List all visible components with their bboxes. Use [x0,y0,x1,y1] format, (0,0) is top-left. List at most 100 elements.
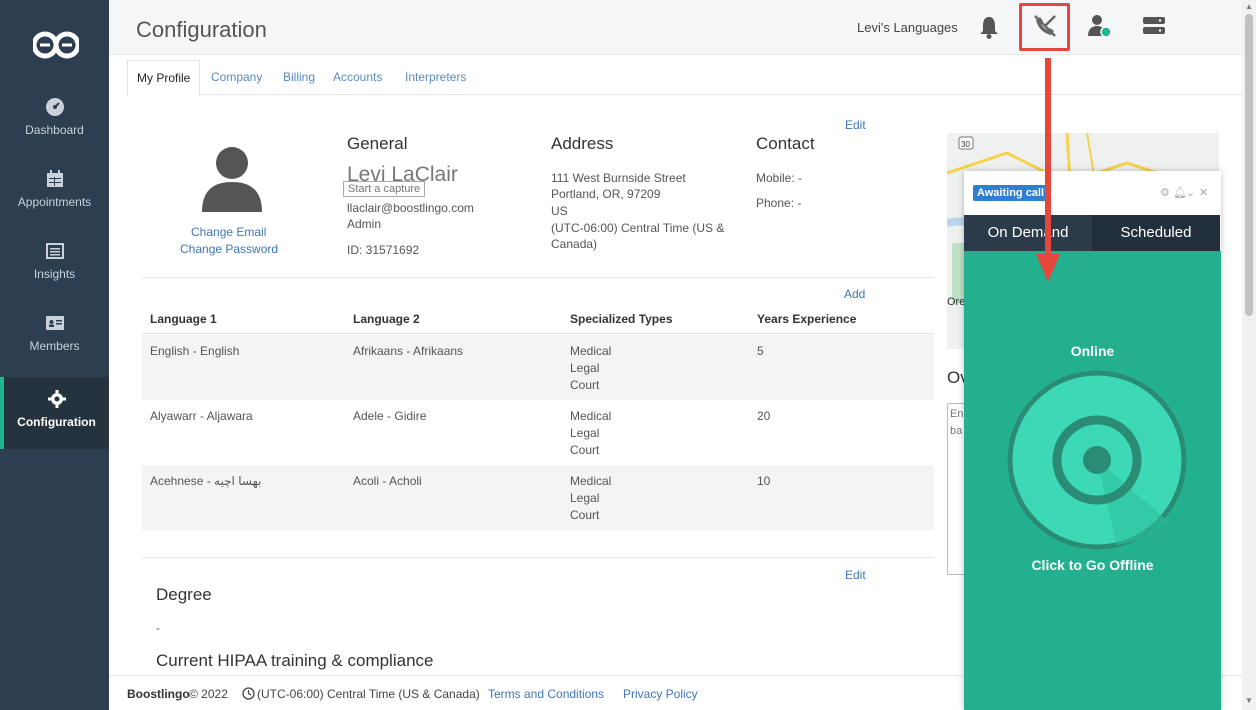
address-line2: Portland, OR, 97209 [551,187,661,201]
sidebar-item-configuration[interactable]: Configuration [0,377,109,449]
address-line4: (UTC-06:00) Central Time (US & [551,221,725,235]
footer-copyright: © 2022 [189,687,228,701]
terms-link[interactable]: Terms and Conditions [488,687,604,701]
col-language2: Language 2 [353,312,420,326]
dashboard-icon [45,98,64,116]
sidebar-item-label: Appointments [17,195,92,209]
sidebar: Dashboard Appointments Insights Members … [0,0,109,710]
contact-phone: Phone: - [756,196,802,210]
address-line1: 111 West Burnside Street [551,171,686,185]
general-heading: General [347,134,408,153]
chevron-down-icon[interactable]: ⌄ [1186,186,1195,199]
page-title: Configuration [136,17,267,42]
table-header: Language 1 Language 2 Specialized Types … [142,306,934,334]
col-language1: Language 1 [150,312,217,326]
sidebar-item-label: Dashboard [25,123,84,137]
change-password-link[interactable]: Change Password [180,242,278,256]
contact-mobile: Mobile: - [756,171,803,185]
annotation-arrow [1036,58,1060,282]
sidebar-item-insights[interactable]: Insights [0,241,109,313]
tab-company[interactable]: Company [202,60,271,95]
sidebar-item-appointments[interactable]: Appointments [0,169,109,241]
footer-brand: Boostlingo [127,687,190,701]
add-language-link[interactable]: Add [844,287,865,301]
edit-degree-link[interactable]: Edit [845,568,866,582]
gear-icon [47,390,66,408]
table-row[interactable]: Alyawarr - Aljawara Adele - Gidire Medic… [142,400,934,465]
cell-years: 20 [757,409,771,423]
notes-placeholder: ba [950,425,963,437]
widget-tabs: On Demand Scheduled [964,215,1221,251]
cell-language1: Acehnese - بهسا اچيه [150,474,262,488]
cell-type: Court [570,443,600,457]
bell-icon[interactable]: 🔔︎ [1173,186,1187,199]
cell-type: Legal [570,491,600,505]
tab-interpreters[interactable]: Interpreters [396,60,475,95]
calendar-icon [46,170,63,187]
cell-type: Medical [570,344,612,358]
tab-on-demand[interactable]: On Demand [964,215,1092,251]
user-email: llaclair@boostlingo.com [347,201,474,215]
gear-icon[interactable]: ⚙ [1160,186,1170,199]
user-id: ID: 31571692 [347,243,420,257]
clock-icon [242,687,255,700]
profile-tabs: My Profile Company Billing Accounts Inte… [127,60,1242,96]
cell-years: 5 [757,344,764,358]
user-status-icon[interactable] [1086,12,1114,40]
footer-timezone: (UTC-06:00) Central Time (US & Canada) [257,687,480,701]
phone-off-icon[interactable] [1031,12,1059,40]
scroll-up-icon[interactable]: ▲ [1245,2,1253,11]
edit-profile-link[interactable]: Edit [845,118,866,132]
top-header: Configuration Levi's Languages [109,0,1242,55]
cell-type: Legal [570,361,600,375]
contact-heading: Contact [756,134,815,153]
cell-type: Medical [570,474,612,488]
sidebar-item-dashboard[interactable]: Dashboard [0,97,109,169]
degree-value: - [156,621,160,635]
cell-type: Court [570,508,600,522]
degree-heading: Degree [156,585,212,604]
scroll-down-icon[interactable]: ▼ [1245,696,1253,705]
map-route-shield: 30 [961,140,970,149]
avatar-icon [202,147,262,212]
go-offline-button[interactable] [1007,370,1187,550]
close-icon[interactable]: ✕ [1199,186,1208,199]
col-specialized-types: Specialized Types [570,312,673,326]
call-widget: Awaiting call ⚙ 🔔︎ ⌄ ✕ On Demand Schedul… [964,171,1221,710]
server-icon[interactable] [1140,12,1168,40]
page-scrollbar[interactable]: ▲ ▼ [1242,0,1256,710]
sidebar-item-label: Configuration [17,415,96,429]
tab-accounts[interactable]: Accounts [324,60,391,95]
id-card-icon [45,316,64,330]
cell-type: Legal [570,426,600,440]
col-years-experience: Years Experience [757,312,857,326]
cell-language1: Alyawarr - Aljawara [150,409,253,423]
boostlingo-logo[interactable] [33,30,79,60]
sidebar-item-label: Insights [33,267,76,281]
table-row[interactable]: Acehnese - بهسا اچيه Acoli - Acholi Medi… [142,465,934,530]
widget-header: Awaiting call ⚙ 🔔︎ ⌄ ✕ [964,171,1221,215]
divider [142,557,934,558]
cell-language2: Adele - Gidire [353,409,427,423]
change-email-link[interactable]: Change Email [191,225,266,239]
cell-years: 10 [757,474,771,488]
divider [142,277,934,278]
cell-language2: Acoli - Acholi [353,474,422,488]
tab-scheduled[interactable]: Scheduled [1092,215,1220,251]
go-offline-label[interactable]: Click to Go Offline [964,557,1221,573]
hipaa-heading: Current HIPAA training & compliance [156,651,434,670]
online-status: Online [1070,343,1115,359]
tab-billing[interactable]: Billing [274,60,324,95]
bell-icon[interactable] [975,13,1003,41]
cell-type: Court [570,378,600,392]
address-line5: Canada) [551,237,598,251]
table-row[interactable]: English - English Afrikaans - Afrikaans … [142,335,934,400]
company-name[interactable]: Levi's Languages [857,20,958,35]
sidebar-item-members[interactable]: Members [0,313,109,385]
user-role: Admin [347,217,382,231]
privacy-link[interactable]: Privacy Policy [623,687,698,701]
widget-body: Online Click to Go Offline [964,251,1221,710]
tab-my-profile[interactable]: My Profile [127,60,201,96]
cell-language1: English - English [150,344,240,358]
scroll-thumb[interactable] [1245,14,1253,316]
